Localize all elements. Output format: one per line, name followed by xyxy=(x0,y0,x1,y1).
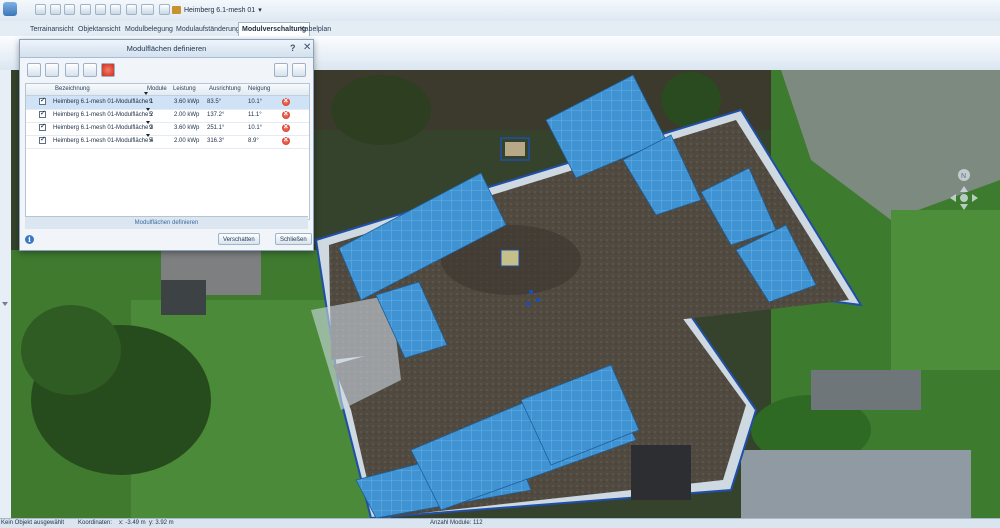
export-icon[interactable] xyxy=(274,63,288,77)
svg-text:N: N xyxy=(961,173,966,180)
settings-icon[interactable] xyxy=(292,63,306,77)
back-icon[interactable] xyxy=(64,4,75,15)
module-areas-table: Bezeichnung Module Leistung Ausrichtung … xyxy=(25,83,310,220)
close-icon[interactable]: ✕ xyxy=(303,42,311,53)
cell-name: Heimberg 6.1-mesh 01-Modulfläche 2 xyxy=(53,112,154,118)
cell-modules: 9 xyxy=(149,125,153,131)
row-checkbox[interactable] xyxy=(39,135,46,144)
chevron-down-icon: ▾ xyxy=(258,7,262,14)
cell-orientation: 316.3° xyxy=(207,138,225,144)
cell-name: Heimberg 6.1-mesh 01-Modulfläche 3 xyxy=(53,125,154,131)
cell-name: Heimberg 6.1-mesh 01-Modulfläche 4 xyxy=(53,138,154,144)
cell-orientation: 83.5° xyxy=(207,99,222,105)
cell-power: 3.60 kWp xyxy=(174,125,200,131)
project-name: Heimberg 6.1-mesh 01 xyxy=(184,6,256,14)
delete-row-icon[interactable] xyxy=(282,122,290,132)
cell-modules: 5 xyxy=(149,112,153,118)
title-bar: Heimberg 6.1-mesh 01 ▾ xyxy=(0,0,1000,22)
cell-power: 2.00 kWp xyxy=(174,138,200,144)
main-tabs: Terrainansicht Objektansicht Modulbelegu… xyxy=(0,21,1000,37)
cell-tilt: 11.1° xyxy=(248,112,262,118)
delete-row-icon[interactable] xyxy=(282,135,290,145)
split-icon[interactable] xyxy=(83,63,97,77)
scissors-icon[interactable] xyxy=(126,4,137,15)
col-header-orientation[interactable]: Ausrichtung xyxy=(209,86,241,92)
cell-tilt: 8.9° xyxy=(248,138,259,144)
info-icon[interactable] xyxy=(50,4,61,15)
cell-modules: 9 xyxy=(149,99,153,105)
delete-row-icon[interactable] xyxy=(282,96,290,106)
navigation-compass[interactable]: N xyxy=(936,161,992,221)
expand-arrow-icon[interactable] xyxy=(2,302,8,306)
undo-icon[interactable] xyxy=(35,4,46,15)
project-selector[interactable]: Heimberg 6.1-mesh 01 ▾ xyxy=(172,4,262,16)
tab-kabelplan[interactable]: Kabelplan xyxy=(300,23,331,36)
dialog-toolbar xyxy=(25,61,308,79)
delete-all-icon[interactable] xyxy=(101,63,115,77)
col-header-modules[interactable]: Module xyxy=(147,86,167,92)
view-toggle-icon[interactable] xyxy=(141,4,154,15)
help-icon[interactable] xyxy=(159,4,170,15)
tab-terrainansicht[interactable]: Terrainansicht xyxy=(30,23,74,36)
close-button-label: Schließen xyxy=(280,237,307,243)
info-icon[interactable]: i xyxy=(25,235,34,244)
project-icon xyxy=(172,6,181,14)
table-row[interactable]: Heimberg 6.1-mesh 01-Modulfläche 4 5 2.0… xyxy=(26,134,309,149)
delete-row-icon[interactable] xyxy=(282,109,290,119)
close-button[interactable]: Schließen xyxy=(275,233,312,245)
cell-modules: 5 xyxy=(149,138,153,144)
sort-caret-icon xyxy=(144,92,148,95)
cell-power: 3.60 kWp xyxy=(174,99,200,105)
cell-power: 2.00 kWp xyxy=(174,112,200,118)
caret-icon xyxy=(146,121,150,124)
caret-icon xyxy=(146,134,150,137)
cell-name: Heimberg 6.1-mesh 01-Modulfläche 1 xyxy=(53,99,154,105)
dialog-footer: i Verschatten Schließen xyxy=(20,230,313,249)
cell-tilt: 10.1° xyxy=(248,99,263,105)
redo-icon[interactable] xyxy=(80,4,91,15)
tab-modulaufstaenderung[interactable]: Modulaufständerung xyxy=(176,23,240,36)
caret-icon xyxy=(146,108,150,111)
verschatten-button-label: Verschatten xyxy=(223,237,255,243)
app-logo-icon[interactable] xyxy=(3,2,17,16)
col-header-name[interactable]: Bezeichnung xyxy=(55,86,90,92)
tab-objektansicht[interactable]: Objektansicht xyxy=(78,23,120,36)
save-icon[interactable] xyxy=(95,4,106,15)
section-label: Modulflächen definieren xyxy=(25,216,308,229)
refresh-icon[interactable] xyxy=(45,63,59,77)
table-header: Bezeichnung Module Leistung Ausrichtung … xyxy=(26,84,309,96)
table-row[interactable]: Heimberg 6.1-mesh 01-Modulfläche 3 9 3.6… xyxy=(26,121,309,136)
cell-orientation: 137.2° xyxy=(207,112,225,118)
row-checkbox[interactable] xyxy=(39,109,46,118)
merge-icon[interactable] xyxy=(65,63,79,77)
edit-icon[interactable] xyxy=(110,4,121,15)
row-checkbox[interactable] xyxy=(39,96,46,105)
col-header-tilt[interactable]: Neigung xyxy=(248,86,270,92)
tab-modulbelegung[interactable]: Modulbelegung xyxy=(125,23,173,36)
cell-tilt: 10.1° xyxy=(248,125,263,131)
verschatten-button[interactable]: Verschatten xyxy=(218,233,260,245)
add-area-icon[interactable] xyxy=(27,63,41,77)
col-header-power[interactable]: Leistung xyxy=(173,86,196,92)
help-icon[interactable]: ? xyxy=(290,43,296,53)
table-row[interactable]: Heimberg 6.1-mesh 01-Modulfläche 2 5 2.0… xyxy=(26,108,309,123)
define-module-areas-dialog: Modulflächen definieren ? ✕ Bezeichnung … xyxy=(19,39,314,251)
table-row[interactable]: Heimberg 6.1-mesh 01-Modulfläche 1 9 3.6… xyxy=(26,96,309,110)
dialog-title: Modulflächen definieren xyxy=(126,44,207,53)
row-checkbox[interactable] xyxy=(39,122,46,131)
cell-orientation: 251.1° xyxy=(207,125,225,131)
dialog-title-bar[interactable]: Modulflächen definieren ? ✕ xyxy=(20,40,313,58)
